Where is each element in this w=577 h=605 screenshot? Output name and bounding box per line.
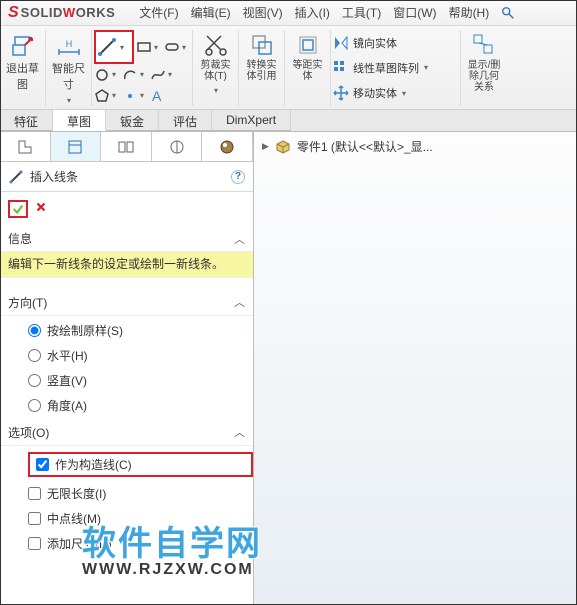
menu-window[interactable]: 窗口(W) (393, 4, 436, 21)
graphics-area[interactable]: ▶ 零件1 (默认<<默认>_显... (254, 132, 577, 605)
menu-edit[interactable]: 编辑(E) (191, 4, 231, 21)
tab-dimxpert[interactable]: DimXpert (212, 110, 291, 131)
tab-sketch[interactable]: 草图 (53, 110, 106, 131)
confirm-row (0, 192, 253, 226)
check-construction[interactable]: 作为构造线(C) (36, 456, 132, 473)
chevron-up-icon: ︿ (234, 231, 245, 247)
offset-button[interactable]: 等距实体 (285, 30, 331, 106)
main-area: 插入线条 ? 信息 ︿ 编辑下一新线条的设定或绘制一新线条。 方向(T) ︿ 按… (0, 132, 577, 605)
ptab-dimxpert-mgr[interactable] (152, 132, 203, 161)
ptab-render-mgr[interactable] (202, 132, 253, 161)
menu-file[interactable]: 文件(F) (139, 4, 178, 21)
cancel-button[interactable] (34, 200, 48, 214)
radio-as-sketched[interactable]: 按绘制原样(S) (28, 322, 253, 339)
check-infinite[interactable]: 无限长度(I) (28, 485, 253, 502)
search-icon[interactable] (501, 6, 515, 20)
chevron-up-icon: ︿ (234, 294, 245, 310)
radio-vertical[interactable]: 竖直(V) (28, 372, 253, 389)
svg-text:H: H (65, 39, 72, 49)
chevron-up-icon: ︿ (234, 424, 245, 440)
property-panel: 插入线条 ? 信息 ︿ 编辑下一新线条的设定或绘制一新线条。 方向(T) ︿ 按… (0, 132, 254, 605)
construction-highlight: 作为构造线(C) (28, 452, 253, 477)
display-rel-button[interactable]: 显示/删除几何关系 (461, 30, 507, 106)
app-brand: SOLIDWORKS (21, 5, 116, 20)
menu-view[interactable]: 视图(V) (243, 4, 283, 21)
lpattern-label: 线性草图阵列 (353, 60, 419, 76)
slot-tool[interactable] (164, 37, 190, 57)
smart-dim-button[interactable]: H 智能尺寸 (46, 30, 92, 106)
svg-text:A: A (152, 88, 162, 104)
ptab-feature-mgr[interactable] (0, 132, 51, 161)
radio-horizontal[interactable]: 水平(H) (28, 347, 253, 364)
ribbon: 退出草图 H 智能尺寸 A 剪裁实体(T) 转换实体 (0, 26, 577, 110)
menu-tools[interactable]: 工具(T) (342, 4, 381, 21)
exit-sketch-button[interactable]: 退出草图 (0, 30, 46, 106)
mirror-label: 镜向实体 (353, 35, 397, 51)
smart-dim-label: 智能尺寸 (48, 60, 89, 92)
mirror-button[interactable]: 镜向实体 (333, 33, 397, 53)
tab-sheetmetal[interactable]: 钣金 (106, 110, 159, 131)
point-tool[interactable] (122, 86, 148, 106)
section-info-title: 信息 (8, 230, 32, 247)
menu-insert[interactable]: 插入(I) (295, 4, 330, 21)
property-title: 插入线条 (30, 168, 225, 185)
text-tool[interactable]: A (150, 86, 176, 106)
ptab-property-mgr[interactable] (51, 132, 102, 161)
check-midpoint[interactable]: 中点线(M) (28, 510, 253, 527)
property-header: 插入线条 ? (0, 162, 253, 192)
help-icon[interactable]: ? (231, 170, 245, 184)
direction-options: 按绘制原样(S) 水平(H) 竖直(V) 角度(A) (0, 316, 253, 420)
menu-bar: 文件(F) 编辑(E) 视图(V) 插入(I) 工具(T) 窗口(W) 帮助(H… (139, 4, 489, 21)
line-tool-button[interactable] (94, 30, 134, 64)
breadcrumb-arrow-icon[interactable]: ▶ (262, 141, 269, 152)
section-options-title: 选项(O) (8, 424, 49, 441)
rect-tool[interactable] (136, 37, 162, 57)
app-logo: S SOLIDWORKS (8, 4, 115, 22)
section-options[interactable]: 选项(O) ︿ (0, 420, 253, 446)
lpattern-button[interactable]: 线性草图阵列 (333, 58, 428, 78)
logo-s-icon: S (8, 4, 19, 22)
section-direction[interactable]: 方向(T) ︿ (0, 290, 253, 316)
trim-label: 剪裁实体(T) (201, 60, 231, 82)
ok-button[interactable] (11, 202, 25, 216)
ptab-config-mgr[interactable] (101, 132, 152, 161)
display-rel-label: 显示/删除几何关系 (468, 60, 501, 93)
convert-button[interactable]: 转换实体引用 (239, 30, 285, 106)
circle-tool[interactable] (94, 65, 120, 85)
move-label: 移动实体 (353, 85, 397, 101)
move-button[interactable]: 移动实体 (333, 83, 406, 103)
check-add-dim[interactable]: 添加尺寸(D) (28, 535, 253, 552)
doc-tabs: 特征 草图 钣金 评估 DimXpert (0, 110, 577, 132)
menu-help[interactable]: 帮助(H) (449, 4, 490, 21)
dropdown-icon[interactable] (66, 94, 71, 106)
part-icon (275, 139, 291, 155)
convert-label: 转换实体引用 (247, 60, 277, 82)
options-group: 作为构造线(C) 无限长度(I) 中点线(M) 添加尺寸(D) (0, 446, 253, 558)
ok-highlight (8, 200, 28, 218)
title-bar: S SOLIDWORKS 文件(F) 编辑(E) 视图(V) 插入(I) 工具(… (0, 0, 577, 26)
offset-label: 等距实体 (293, 60, 323, 82)
breadcrumb: ▶ 零件1 (默认<<默认>_显... (254, 132, 577, 161)
radio-angle[interactable]: 角度(A) (28, 397, 253, 414)
tab-evaluate[interactable]: 评估 (159, 110, 212, 131)
section-direction-title: 方向(T) (8, 294, 47, 311)
exit-sketch-label: 退出草图 (2, 60, 43, 92)
polygon-tool[interactable] (94, 86, 120, 106)
line-icon (8, 169, 24, 185)
section-info[interactable]: 信息 ︿ (0, 226, 253, 252)
trim-button[interactable]: 剪裁实体(T) (193, 30, 239, 106)
info-message: 编辑下一新线条的设定或绘制一新线条。 (0, 252, 253, 278)
tab-features[interactable]: 特征 (0, 110, 53, 131)
panel-tabs (0, 132, 253, 162)
arc-tool[interactable] (122, 65, 148, 85)
spline-tool[interactable] (150, 65, 176, 85)
dropdown-icon[interactable] (213, 84, 218, 96)
breadcrumb-text[interactable]: 零件1 (默认<<默认>_显... (297, 138, 433, 155)
